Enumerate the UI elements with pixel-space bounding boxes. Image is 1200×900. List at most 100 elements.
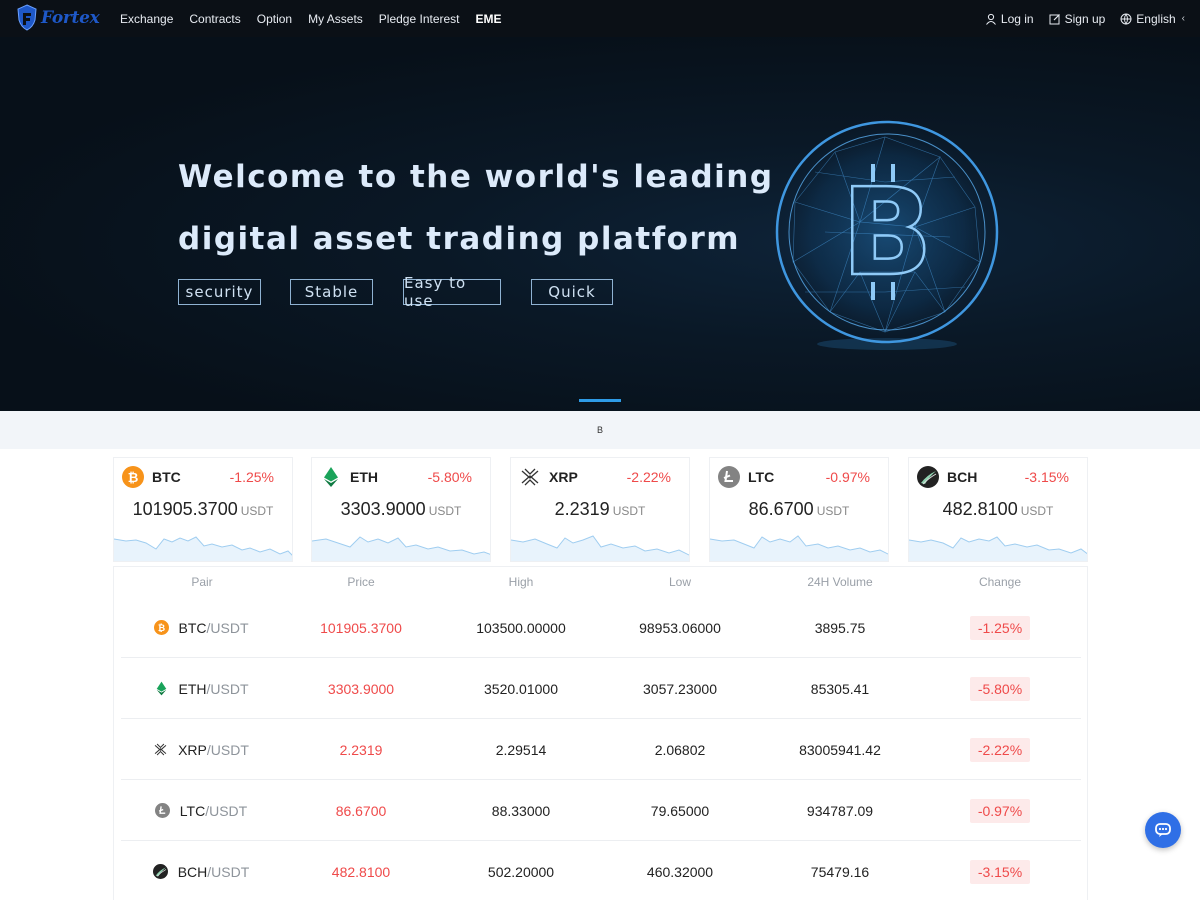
nav-item-pledge-interest[interactable]: Pledge Interest bbox=[379, 12, 460, 26]
ticker-symbol: XRP bbox=[549, 469, 578, 485]
header-low[interactable]: Low bbox=[600, 575, 760, 589]
pair-quote: /USDT bbox=[206, 741, 249, 758]
ticker-price: 482.8100 bbox=[942, 499, 1018, 519]
ticker-price-block: 2.2319 USDT bbox=[511, 499, 689, 520]
change-cell: -1.25% bbox=[920, 597, 1080, 658]
ticker-unit: USDT bbox=[816, 504, 850, 518]
change-badge: -1.25% bbox=[969, 615, 1031, 640]
language-label: English bbox=[1136, 11, 1176, 26]
tag-security: security bbox=[178, 279, 261, 305]
price-cell: 3303.9000 bbox=[327, 680, 395, 697]
header-volume[interactable]: 24H Volume bbox=[760, 575, 920, 589]
announcement-text[interactable]: B bbox=[597, 425, 603, 435]
pair-base: BCH bbox=[177, 863, 208, 880]
bch-icon bbox=[917, 466, 939, 488]
volume-cell: 83005941.42 bbox=[799, 741, 881, 758]
ticker-symbol: LTC bbox=[748, 469, 775, 485]
signup-link[interactable]: Sign up bbox=[1049, 11, 1106, 26]
eth-icon bbox=[324, 467, 338, 487]
ticker-price: 101905.3700 bbox=[132, 499, 238, 519]
change-cell: -5.80% bbox=[920, 658, 1080, 719]
low-cell: 79.65000 bbox=[650, 802, 710, 819]
volume-cell: 3895.75 bbox=[814, 619, 866, 636]
nav-right: Log in Sign up English ‹ bbox=[985, 0, 1200, 37]
top-nav: Fortex Exchange Contracts Option My Asse… bbox=[0, 0, 1200, 37]
signup-label: Sign up bbox=[1064, 11, 1106, 26]
ticker-change: -0.97% bbox=[825, 469, 870, 485]
nav-item-option[interactable]: Option bbox=[257, 12, 292, 26]
announcement-strip: B bbox=[0, 411, 1200, 449]
nav-item-exchange[interactable]: Exchange bbox=[120, 12, 173, 26]
pair-cell: BCH/USDT bbox=[121, 841, 281, 900]
xrp-icon bbox=[521, 468, 539, 486]
header-change[interactable]: Change bbox=[920, 575, 1080, 589]
chat-button[interactable] bbox=[1145, 812, 1181, 848]
chevron-left-icon[interactable]: ‹ bbox=[1182, 13, 1185, 24]
tag-easy-to-use: Easy to use bbox=[403, 274, 501, 310]
change-badge: -0.97% bbox=[969, 798, 1031, 823]
pair-base: LTC bbox=[179, 802, 206, 819]
pair-quote: /USDT bbox=[206, 619, 249, 636]
svg-text:B: B bbox=[841, 164, 932, 303]
nav-item-my-assets[interactable]: My Assets bbox=[308, 12, 363, 26]
nav-item-contracts[interactable]: Contracts bbox=[189, 12, 240, 26]
language-selector[interactable]: English bbox=[1120, 11, 1176, 26]
ticker-price-block: 101905.3700 USDT bbox=[114, 499, 292, 520]
hero-title-line2: digital asset trading platform bbox=[178, 221, 741, 257]
ticker-card-btc[interactable]: ₿ BTC -1.25% 101905.3700 USDT bbox=[113, 457, 293, 562]
low-cell: 2.06802 bbox=[654, 741, 706, 758]
ticker-unit: USDT bbox=[240, 504, 274, 518]
ticker-change: -2.22% bbox=[626, 469, 671, 485]
sparkline bbox=[710, 535, 888, 561]
low-cell: 3057.23000 bbox=[643, 680, 717, 697]
shield-logo-icon bbox=[17, 4, 37, 31]
nav-item-eme[interactable]: EME bbox=[476, 12, 502, 26]
header-high[interactable]: High bbox=[441, 575, 601, 589]
ticker-card-bch[interactable]: BCH -3.15% 482.8100 USDT bbox=[908, 457, 1088, 562]
sparkline bbox=[511, 535, 689, 561]
table-row[interactable]: BCH/USDT 482.8100 502.20000 460.32000 75… bbox=[121, 841, 1081, 900]
pair-base: BTC bbox=[178, 619, 207, 636]
user-icon bbox=[985, 13, 996, 25]
ticker-change: -3.15% bbox=[1024, 469, 1069, 485]
ticker-card-eth[interactable]: ETH -5.80% 3303.9000 USDT bbox=[311, 457, 491, 562]
pair-base: ETH bbox=[178, 680, 207, 697]
logo[interactable]: Fortex bbox=[16, 4, 100, 31]
edit-icon bbox=[1049, 13, 1060, 24]
ticker-card-ltc[interactable]: LTC -0.97% 86.6700 USDT bbox=[709, 457, 889, 562]
login-label: Log in bbox=[1000, 11, 1034, 26]
price-cell: 86.6700 bbox=[335, 802, 387, 819]
table-row[interactable]: XRP/USDT 2.2319 2.29514 2.06802 83005941… bbox=[121, 719, 1081, 780]
ticker-price: 2.2319 bbox=[554, 499, 610, 519]
hero-title-line1: Welcome to the world's leading bbox=[178, 159, 774, 195]
ticker-price-block: 3303.9000 USDT bbox=[312, 499, 490, 520]
bch-icon bbox=[152, 864, 168, 879]
ltc-icon bbox=[718, 466, 740, 488]
volume-cell: 934787.09 bbox=[806, 802, 874, 819]
svg-text:₿: ₿ bbox=[128, 471, 139, 486]
main-menu: Exchange Contracts Option My Assets Pled… bbox=[120, 0, 518, 37]
pair-cell: ETH/USDT bbox=[121, 658, 281, 719]
pair-quote: /USDT bbox=[205, 802, 248, 819]
table-row[interactable]: ETH/USDT 3303.9000 3520.01000 3057.23000… bbox=[121, 658, 1081, 719]
login-link[interactable]: Log in bbox=[985, 12, 1034, 26]
header-price[interactable]: Price bbox=[281, 575, 441, 589]
change-cell: -3.15% bbox=[920, 841, 1080, 900]
ticker-change: -5.80% bbox=[427, 469, 472, 485]
high-cell: 103500.00000 bbox=[476, 619, 566, 636]
change-badge: -2.22% bbox=[969, 737, 1031, 762]
ticker-symbol: BCH bbox=[947, 469, 978, 485]
price-cell: 101905.3700 bbox=[320, 619, 402, 636]
ticker-price-block: 482.8100 USDT bbox=[909, 499, 1087, 520]
ticker-change: -1.25% bbox=[229, 469, 274, 485]
pair-base: XRP bbox=[178, 741, 207, 758]
header-pair[interactable]: Pair bbox=[122, 575, 282, 589]
ticker-price: 86.6700 bbox=[748, 499, 814, 519]
table-row[interactable]: ₿ BTC/USDT 101905.3700 103500.00000 9895… bbox=[121, 597, 1081, 658]
volume-cell: 85305.41 bbox=[810, 680, 870, 697]
market-table: Pair Price High Low 24H Volume Change ₿ … bbox=[113, 566, 1088, 900]
table-row[interactable]: LTC/USDT 86.6700 88.33000 79.65000 93478… bbox=[121, 780, 1081, 841]
ticker-card-xrp[interactable]: XRP -2.22% 2.2319 USDT bbox=[510, 457, 690, 562]
pair-cell: ₿ BTC/USDT bbox=[121, 597, 281, 658]
carousel-indicator[interactable] bbox=[579, 399, 621, 402]
